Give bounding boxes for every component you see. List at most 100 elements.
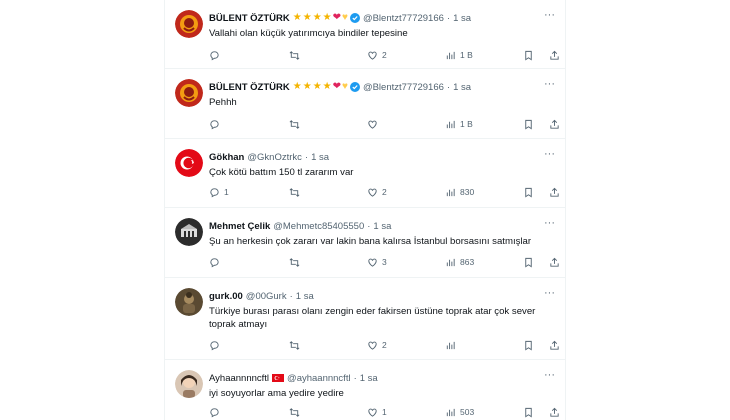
display-name[interactable]: Ayhaannnncftl <box>209 373 269 384</box>
reply-button[interactable]: 1 <box>209 187 229 198</box>
share-icon <box>550 119 559 129</box>
timeline-feed: BÜLENT ÖZTÜRK ★ ★ ★ ★ ❤ ♥ @Blentzt777291… <box>164 0 566 420</box>
share-icon <box>550 187 559 197</box>
avatar[interactable] <box>175 288 203 316</box>
reply-button[interactable] <box>209 119 224 130</box>
star-emoji: ★ <box>312 81 322 92</box>
share-button[interactable] <box>549 119 560 130</box>
views-button[interactable]: 1 B <box>445 119 473 130</box>
tweet[interactable]: Mehmet Çelik @Mehmetc85405550 · 1 sa ···… <box>165 208 565 278</box>
tweet-text: iyi soyuyorlar ama yedire yedire <box>209 388 344 399</box>
display-name[interactable]: BÜLENT ÖZTÜRK <box>209 82 290 93</box>
views-icon <box>446 408 455 416</box>
like-button[interactable]: 2 <box>367 50 387 61</box>
share-button[interactable] <box>549 187 560 198</box>
share-button[interactable] <box>549 407 560 418</box>
heart-icon <box>368 408 377 417</box>
user-handle[interactable]: @ayhaannncftl <box>287 373 351 384</box>
like-button[interactable]: 1 <box>367 407 387 418</box>
tweet[interactable]: Gökhan @GknOztrkc · 1 sa ··· Çok kötü ba… <box>165 139 565 208</box>
retweet-button[interactable] <box>289 187 304 198</box>
tweet-text: Şu an herkesin çok zararı var lakin bana… <box>209 236 532 247</box>
star-emoji: ★ <box>322 12 332 23</box>
avatar[interactable] <box>175 218 203 246</box>
reply-button[interactable] <box>209 257 224 268</box>
like-button[interactable]: 2 <box>367 340 387 351</box>
like-count: 2 <box>382 340 387 350</box>
timestamp[interactable]: 1 sa <box>360 373 378 384</box>
retweet-icon <box>289 340 300 350</box>
timestamp[interactable]: 1 sa <box>311 152 329 163</box>
like-button[interactable]: 3 <box>367 257 387 268</box>
display-name[interactable]: BÜLENT ÖZTÜRK <box>209 13 290 24</box>
reply-icon <box>210 257 219 267</box>
more-horizontal-icon[interactable]: ··· <box>544 369 555 381</box>
timestamp[interactable]: 1 sa <box>453 13 471 24</box>
like-button[interactable] <box>367 119 382 130</box>
retweet-button[interactable] <box>289 257 304 268</box>
views-button[interactable]: 830 <box>445 187 474 198</box>
more-horizontal-icon[interactable]: ··· <box>544 9 555 21</box>
user-handle[interactable]: @00Gurk <box>246 291 287 302</box>
avatar[interactable] <box>175 10 203 38</box>
timestamp[interactable]: 1 sa <box>296 291 314 302</box>
views-icon <box>446 120 455 128</box>
like-button[interactable]: 2 <box>367 187 387 198</box>
display-name[interactable]: gurk.00 <box>209 291 243 302</box>
turkey-flag-icon <box>272 374 285 382</box>
retweet-button[interactable] <box>289 340 304 351</box>
avatar[interactable] <box>175 370 203 398</box>
retweet-button[interactable] <box>289 407 304 418</box>
action-bar: 1 B <box>209 117 560 131</box>
timestamp[interactable]: 1 sa <box>373 221 391 232</box>
name-emoji: ★ ★ ★ ★ ❤ ♥ <box>293 82 348 92</box>
retweet-button[interactable] <box>289 119 304 130</box>
bookmark-icon <box>525 340 532 350</box>
tweet-text: Vallahi olan küçük yatırımcıya bindiler … <box>209 28 408 39</box>
retweet-button[interactable] <box>289 50 304 61</box>
views-button[interactable] <box>445 340 460 351</box>
bookmark-button[interactable] <box>523 407 534 418</box>
user-handle[interactable]: @GknOztrkc <box>247 152 302 163</box>
user-handle[interactable]: @Blentzt77729166 <box>363 82 444 93</box>
views-icon <box>446 341 455 349</box>
bookmark-button[interactable] <box>523 340 534 351</box>
share-button[interactable] <box>549 50 560 61</box>
avatar[interactable] <box>175 79 203 107</box>
share-button[interactable] <box>549 257 560 268</box>
tweet-header: BÜLENT ÖZTÜRK ★ ★ ★ ★ ❤ ♥ @Blentzt777291… <box>209 80 557 94</box>
display-name[interactable]: Gökhan <box>209 152 244 163</box>
views-button[interactable]: 1 B <box>445 50 473 61</box>
bookmark-button[interactable] <box>523 50 534 61</box>
more-horizontal-icon[interactable]: ··· <box>544 148 555 160</box>
bookmark-button[interactable] <box>523 257 534 268</box>
bookmark-button[interactable] <box>523 119 534 130</box>
tweet[interactable]: BÜLENT ÖZTÜRK ★ ★ ★ ★ ❤ ♥ @Blentzt777291… <box>165 0 565 69</box>
separator-dot: · <box>446 81 451 93</box>
avatar[interactable] <box>175 149 203 177</box>
like-count: 1 <box>382 407 387 417</box>
reply-button[interactable] <box>209 340 224 351</box>
star-emoji: ★ <box>312 12 322 23</box>
bookmark-button[interactable] <box>523 187 534 198</box>
retweet-icon <box>289 50 300 60</box>
views-button[interactable]: 503 <box>445 407 474 418</box>
tweet[interactable]: Ayhaannnncftl @ayhaannncftl · 1 sa ··· i… <box>165 360 565 420</box>
more-horizontal-icon[interactable]: ··· <box>544 217 555 229</box>
reply-button[interactable] <box>209 50 224 61</box>
share-button[interactable] <box>549 340 560 351</box>
views-button[interactable]: 863 <box>445 257 474 268</box>
tweet[interactable]: gurk.00 @00Gurk · 1 sa ··· Türkiye buras… <box>165 278 565 360</box>
red-heart-emoji: ❤ <box>332 81 342 92</box>
more-horizontal-icon[interactable]: ··· <box>544 78 555 90</box>
display-name[interactable]: Mehmet Çelik <box>209 221 270 232</box>
user-handle[interactable]: @Mehmetc85405550 <box>273 221 364 232</box>
tweet[interactable]: BÜLENT ÖZTÜRK ★ ★ ★ ★ ❤ ♥ @Blentzt777291… <box>165 69 565 139</box>
more-horizontal-icon[interactable]: ··· <box>544 287 555 299</box>
timestamp[interactable]: 1 sa <box>453 82 471 93</box>
star-emoji: ★ <box>302 81 312 92</box>
user-handle[interactable]: @Blentzt77729166 <box>363 13 444 24</box>
action-bar: 1 2 830 <box>209 185 560 199</box>
reply-button[interactable] <box>209 407 224 418</box>
action-bar: 2 <box>209 338 560 352</box>
